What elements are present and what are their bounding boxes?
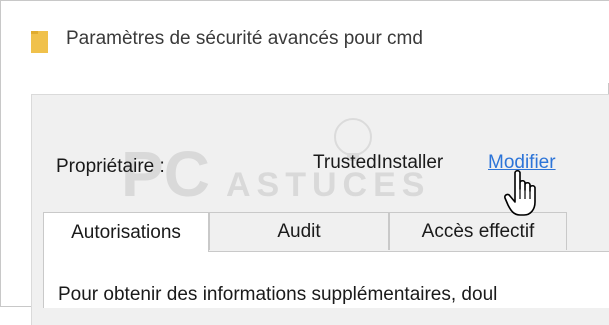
tab-autorisations[interactable]: Autorisations <box>43 212 209 252</box>
folder-icon <box>31 31 48 53</box>
title-bar: Paramètres de sécurité avancés pour cmd <box>1 1 609 83</box>
hand-cursor-icon <box>504 169 536 216</box>
panel-description: Pour obtenir des informations supplément… <box>58 284 498 305</box>
tab-label: Audit <box>277 220 321 242</box>
security-settings-window: Paramètres de sécurité avancés pour cmd … <box>0 0 609 325</box>
window-title: Paramètres de sécurité avancés pour cmd <box>66 28 423 49</box>
tab-label: Autorisations <box>71 221 181 243</box>
owner-value: TrustedInstaller <box>313 152 444 173</box>
owner-label: Propriétaire : <box>56 156 165 177</box>
tab-label: Accès effectif <box>421 220 535 242</box>
tab-audit[interactable]: Audit <box>209 212 389 250</box>
